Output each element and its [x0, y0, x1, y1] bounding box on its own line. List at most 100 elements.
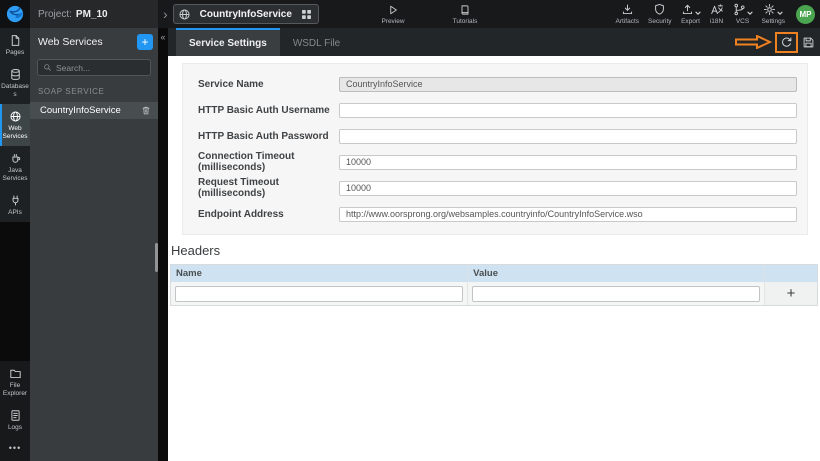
headers-table-head: Name Value [171, 265, 817, 282]
sidebar-item-java-services[interactable]: Java Services [0, 146, 30, 188]
settings-button[interactable]: Settings [761, 0, 786, 28]
service-name-field [339, 76, 797, 92]
auth-username-field[interactable] [339, 102, 797, 118]
settings-label: Settings [761, 18, 786, 25]
form-row-service-name: Service Name [198, 71, 797, 97]
sidebar-item-pages[interactable]: Pages [0, 28, 30, 62]
sidebar-item-databases[interactable]: Databases [0, 62, 30, 104]
page-icon [9, 34, 22, 47]
sidebar-item-label: Java Services [2, 167, 28, 182]
save-floppy-icon [802, 36, 815, 49]
sidebar-item-file-explorer[interactable]: File Explorer [0, 361, 30, 403]
i18n-label: i18N [709, 18, 724, 25]
headers-table-row: + [171, 282, 817, 305]
service-list-item[interactable]: CountryInfoService [30, 102, 158, 119]
folder-icon [9, 367, 22, 380]
tutorials-label: Tutorials [452, 17, 478, 25]
connection-timeout-field[interactable] [339, 154, 797, 170]
panel-header: Web Services + [30, 28, 158, 55]
user-avatar[interactable]: MP [796, 4, 815, 24]
main-content: Service Settings WSDL File Service Name [168, 28, 820, 461]
field-label: HTTP Basic Auth Password [198, 130, 329, 142]
left-nav-rail: Pages Databases Web Services Java Servic… [0, 28, 30, 461]
trash-icon[interactable] [141, 105, 151, 116]
endpoint-address-field[interactable] [339, 206, 797, 222]
project-name: PM_10 [75, 8, 108, 20]
wavemaker-logo-icon [6, 5, 24, 23]
preview-label: Preview [381, 17, 405, 25]
field-label: HTTP Basic Auth Username [198, 104, 330, 116]
security-button[interactable]: Security [648, 0, 672, 28]
rail-top-group: Pages Databases Web Services Java Servic… [0, 28, 30, 222]
annotation-arrow [734, 35, 772, 49]
request-timeout-field[interactable] [339, 180, 797, 196]
sidebar-item-label: Pages [5, 49, 25, 56]
vcs-label: VCS [735, 18, 750, 25]
sidebar-item-label: Web Services [2, 125, 28, 140]
log-document-icon [9, 409, 22, 422]
vcs-button[interactable]: VCS [733, 0, 753, 28]
app-logo[interactable] [0, 0, 30, 28]
preview-button[interactable]: Preview [374, 0, 412, 28]
sidebar-item-label: Logs [7, 424, 23, 431]
upload-icon [681, 3, 694, 16]
column-header-value: Value [473, 268, 498, 279]
add-header-button[interactable]: + [787, 286, 796, 301]
soap-service-section-label: SOAP SERVICE [38, 87, 105, 96]
branch-icon [733, 3, 746, 16]
database-icon [9, 68, 22, 81]
service-settings-form: Service Name HTTP Basic Auth Username HT… [182, 63, 808, 235]
search-input[interactable] [56, 62, 145, 73]
chevron-down-icon [777, 11, 783, 16]
search-box [37, 59, 151, 76]
tab-service-settings[interactable]: Service Settings [176, 28, 280, 56]
rail-bottom-group: File Explorer Logs ••• [0, 361, 30, 461]
chevron-down-icon [694, 11, 701, 16]
reload-service-button[interactable] [775, 31, 798, 53]
play-icon [387, 4, 399, 16]
artifacts-label: Artifacts [615, 18, 640, 25]
more-options-button[interactable]: ••• [0, 437, 30, 461]
auth-password-field[interactable] [339, 128, 797, 144]
artifacts-button[interactable]: Artifacts [616, 0, 639, 28]
add-service-button[interactable]: + [137, 33, 153, 50]
header-name-input[interactable] [175, 285, 464, 302]
breadcrumb-chevron-icon: › [163, 6, 168, 22]
column-header-actions [764, 265, 817, 282]
service-breadcrumb-chip[interactable]: CountryInfoService [172, 4, 319, 24]
tab-wsdl-file[interactable]: WSDL File [280, 28, 353, 56]
export-button[interactable]: Export [681, 0, 701, 28]
tutorials-button[interactable]: Tutorials [446, 0, 484, 28]
form-row-request-timeout: Request Timeout (milliseconds) [198, 175, 797, 201]
translate-icon [710, 3, 724, 16]
headers-title: Headers [171, 243, 221, 258]
sidebar-item-logs[interactable]: Logs [0, 403, 30, 437]
book-icon [459, 4, 471, 16]
tab-actions [734, 28, 816, 56]
download-icon [621, 3, 634, 16]
search-icon [43, 63, 52, 72]
chevron-down-icon [746, 11, 753, 16]
web-services-panel: Web Services + SOAP SERVICE CountryInfoS… [30, 28, 158, 461]
sidebar-item-web-services[interactable]: Web Services [0, 104, 30, 146]
sidebar-item-label: File Explorer [2, 382, 28, 397]
headers-section: Headers Name Value + [170, 243, 818, 306]
panel-scrollbar[interactable] [155, 243, 158, 272]
service-chip-label: CountryInfoService [199, 8, 292, 20]
rail-spacer [0, 222, 30, 361]
project-segment: Project: PM_10 [30, 0, 158, 28]
form-row-connection-timeout: Connection Timeout (milliseconds) [198, 149, 797, 175]
grid-icon[interactable] [301, 9, 312, 20]
sidebar-item-apis[interactable]: APIs [0, 188, 30, 222]
api-plug-icon [9, 194, 22, 207]
form-row-endpoint-address: Endpoint Address [198, 201, 797, 227]
i18n-button[interactable]: i18N [710, 0, 724, 28]
topbar-center-actions: Preview Tutorials [374, 0, 484, 28]
collapse-panel-button[interactable]: « [158, 30, 168, 45]
field-label: Service Name [198, 78, 264, 90]
save-service-button[interactable] [801, 35, 816, 50]
header-value-input[interactable] [472, 285, 760, 302]
globe-icon [9, 110, 22, 123]
coffee-cup-icon [9, 152, 22, 165]
form-row-auth-username: HTTP Basic Auth Username [198, 97, 797, 123]
